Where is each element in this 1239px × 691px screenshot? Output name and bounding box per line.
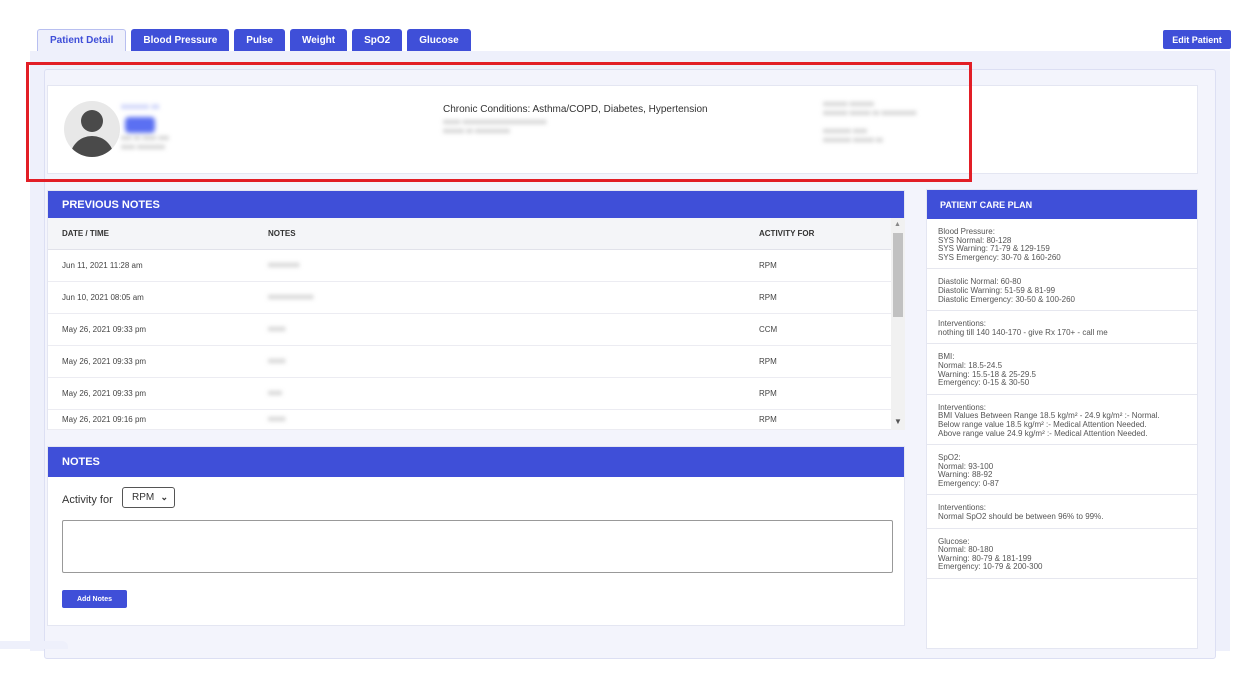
col-activity: ACTIVITY FOR (745, 218, 891, 250)
table-row[interactable]: May 26, 2021 09:33 pm xxxx RPM (48, 377, 891, 410)
activity-for-label: Activity for (62, 494, 113, 506)
row-datetime: Jun 10, 2021 08:05 am (48, 281, 254, 314)
row-activity: RPM (745, 281, 891, 314)
activity-select[interactable]: RPM ⌄ (122, 487, 175, 508)
scroll-thumb[interactable] (893, 233, 903, 317)
previous-notes-panel: PREVIOUS NOTES DATE / TIME NOTES ACTIVIT… (47, 190, 905, 430)
tab-glucose[interactable]: Glucose (407, 29, 471, 51)
scroll-down-icon[interactable]: ▼ (894, 417, 902, 426)
care-plan-item: Diastolic Normal: 60-80 Diastolic Warnin… (927, 269, 1197, 312)
care-plan-title: PATIENT CARE PLAN (927, 190, 1197, 219)
table-row[interactable]: May 26, 2021 09:16 pm xxxxx RPM (48, 409, 891, 430)
row-activity: RPM (745, 249, 891, 282)
row-activity: RPM (745, 345, 891, 378)
table-row[interactable]: May 26, 2021 09:33 pm xxxxx CCM (48, 313, 891, 346)
tab-patient-detail[interactable]: Patient Detail (37, 29, 127, 51)
care-plan-item: SpO2: Normal: 93-100 Warning: 88-92 Emer… (927, 445, 1197, 496)
previous-notes-table: DATE / TIME NOTES ACTIVITY FOR Jun 11, 2… (48, 218, 891, 430)
table-header-row: DATE / TIME NOTES ACTIVITY FOR (48, 218, 891, 250)
row-activity: RPM (745, 409, 891, 430)
scroll-up-icon[interactable]: ▲ (894, 221, 901, 228)
table-row[interactable]: May 26, 2021 09:33 pm xxxxx RPM (48, 345, 891, 378)
edit-patient-button[interactable]: Edit Patient (1163, 30, 1231, 49)
col-datetime: DATE / TIME (48, 218, 254, 250)
care-plan-item: Interventions: Normal SpO2 should be bet… (927, 495, 1197, 529)
patient-care-plan-panel: PATIENT CARE PLAN Blood Pressure: SYS No… (926, 189, 1198, 649)
row-notes-redacted: xxxxx (254, 313, 745, 346)
notes-scrollbar[interactable]: ▲ ▼ (891, 218, 905, 430)
notes-panel: NOTES Activity for RPM ⌄ Add Notes (47, 446, 905, 626)
tab-spo2[interactable]: SpO2 (352, 29, 403, 51)
tab-pulse[interactable]: Pulse (234, 29, 285, 51)
tab-blood-pressure[interactable]: Blood Pressure (131, 29, 230, 51)
row-notes-redacted: xxxxx (254, 345, 745, 378)
row-notes-redacted: xxxxx (254, 409, 745, 430)
previous-notes-title: PREVIOUS NOTES (48, 191, 904, 218)
chevron-down-icon: ⌄ (160, 492, 168, 502)
row-datetime: Jun 11, 2021 11:28 am (48, 249, 254, 282)
bottom-left-strip (0, 641, 68, 649)
tab-bar: Patient Detail Blood Pressure Pulse Weig… (37, 29, 471, 51)
care-plan-item: Interventions: nothing till 140 140-170 … (927, 311, 1197, 345)
notes-textarea[interactable] (62, 520, 893, 573)
notes-title: NOTES (48, 447, 904, 477)
add-notes-button[interactable]: Add Notes (62, 590, 127, 608)
care-plan-item: BMI: Normal: 18.5-24.5 Warning: 15.5-18 … (927, 344, 1197, 395)
row-activity: RPM (745, 377, 891, 410)
tab-weight[interactable]: Weight (289, 29, 348, 51)
care-plan-item: Glucose: Normal: 80-180 Warning: 80-79 &… (927, 529, 1197, 580)
row-datetime: May 26, 2021 09:33 pm (48, 345, 254, 378)
table-row[interactable]: Jun 11, 2021 11:28 am xxxxxxxxx RPM (48, 249, 891, 282)
row-notes-redacted: xxxx (254, 377, 745, 410)
care-plan-item: Interventions: BMI Values Between Range … (927, 395, 1197, 446)
table-row[interactable]: Jun 10, 2021 08:05 am xxxxxxxxxxxxx RPM (48, 281, 891, 314)
row-datetime: May 26, 2021 09:33 pm (48, 313, 254, 346)
row-datetime: May 26, 2021 09:16 pm (48, 409, 254, 430)
row-datetime: May 26, 2021 09:33 pm (48, 377, 254, 410)
col-notes: NOTES (254, 218, 745, 250)
highlight-box (26, 62, 972, 182)
row-notes-redacted: xxxxxxxxxxxxx (254, 281, 745, 314)
row-activity: CCM (745, 313, 891, 346)
care-plan-item: Blood Pressure: SYS Normal: 80-128 SYS W… (927, 219, 1197, 270)
row-notes-redacted: xxxxxxxxx (254, 249, 745, 282)
activity-select-value: RPM (132, 492, 155, 503)
